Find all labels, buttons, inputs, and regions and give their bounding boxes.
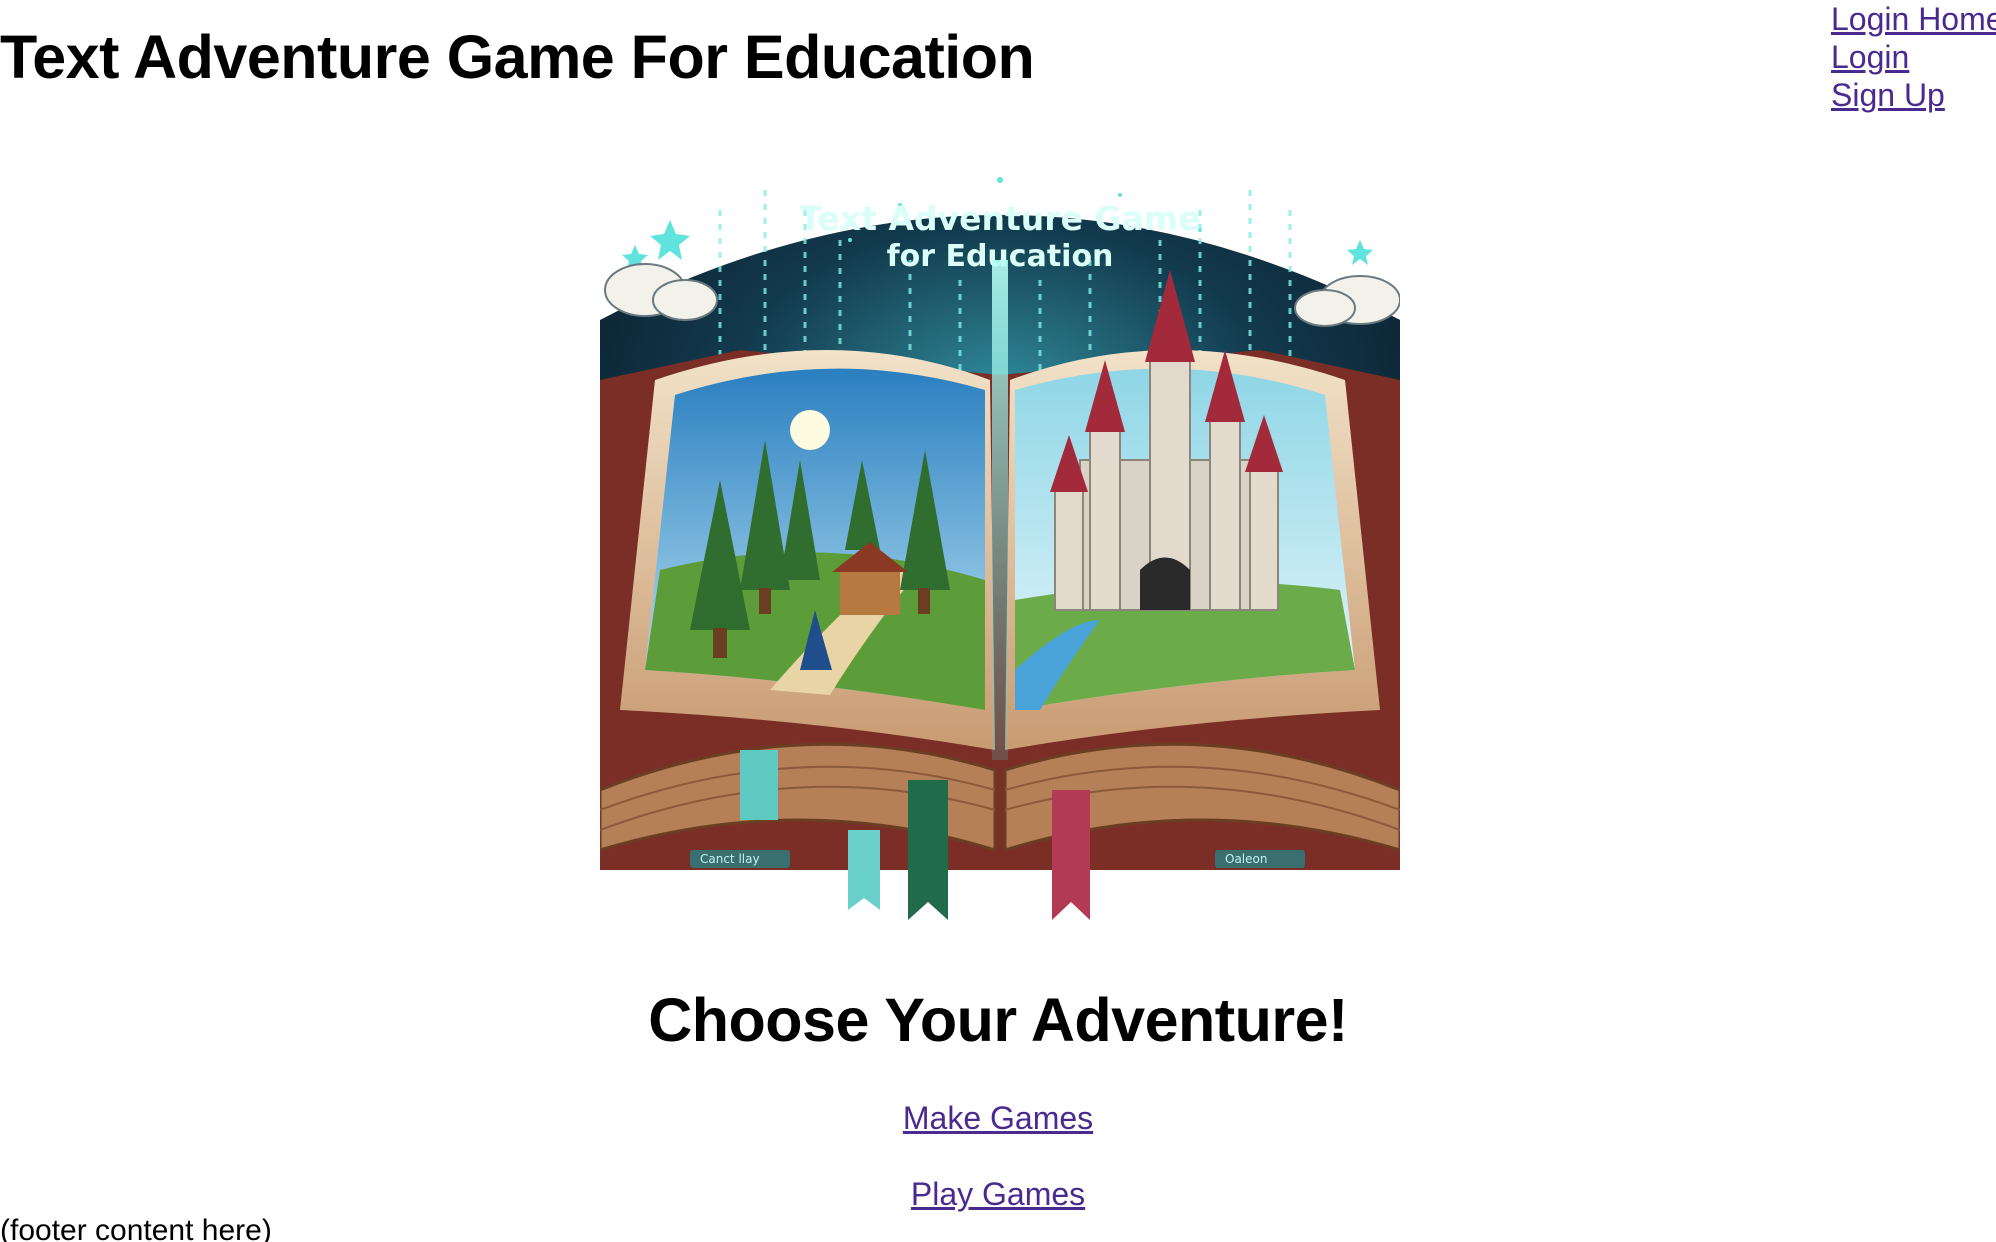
sun-icon (790, 410, 830, 450)
hero-image: Text Adventure Game for Education Canct … (600, 150, 1400, 920)
image-tab-left: Canct llay (700, 852, 760, 866)
make-games-link[interactable]: Make Games (903, 1100, 1093, 1136)
make-games-row: Make Games (0, 1100, 1996, 1137)
footer: (footer content here) (0, 1214, 272, 1242)
image-tab-right: Oaleon (1225, 852, 1267, 866)
page: Text Adventure Game For Education Login … (0, 0, 1996, 1242)
image-caption-line1: Text Adventure Game (799, 199, 1200, 238)
play-games-row: Play Games (0, 1176, 1996, 1213)
top-nav: Login Home Login Sign Up (1831, 0, 1996, 114)
sign-up-link[interactable]: Sign Up (1831, 76, 1996, 114)
site-title: Text Adventure Game For Education (0, 23, 1035, 91)
glowing-spine (992, 260, 1008, 760)
login-link[interactable]: Login (1831, 38, 1996, 76)
choose-adventure-heading: Choose Your Adventure! (648, 986, 1348, 1054)
open-book-illustration: Text Adventure Game for Education Canct … (600, 177, 1400, 920)
play-games-link[interactable]: Play Games (911, 1176, 1085, 1212)
login-home-link[interactable]: Login Home (1831, 0, 1996, 38)
